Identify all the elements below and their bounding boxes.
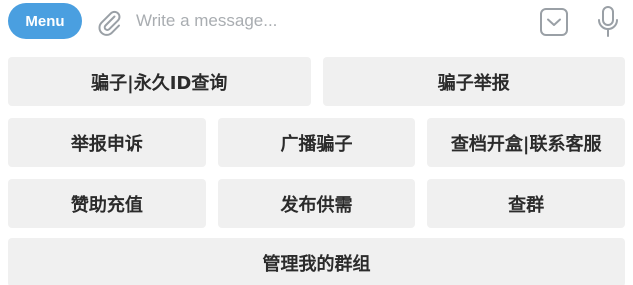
microphone-icon[interactable]	[596, 5, 620, 39]
keyboard-button-sponsor-topup[interactable]: 赞助充值	[8, 179, 206, 228]
keyboard-button-post-supply-demand[interactable]: 发布供需	[217, 179, 416, 228]
keyboard-row: 赞助充值 发布供需 查群	[8, 179, 626, 228]
keyboard-row: 骗子|永久ID查询 骗子举报	[8, 57, 625, 106]
keyboard-button-report-scammer[interactable]: 骗子举报	[322, 57, 625, 106]
chevron-down-square-icon[interactable]	[539, 7, 569, 37]
keyboard-button-lookup-contact-support[interactable]: 查档开盒|联系客服	[427, 118, 626, 167]
keyboard-button-manage-my-groups[interactable]: 管理我的群组	[8, 238, 625, 285]
keyboard-button-scammer-id-lookup[interactable]: 骗子|永久ID查询	[8, 57, 311, 106]
menu-button[interactable]: Menu	[8, 3, 82, 39]
keyboard-button-search-groups[interactable]: 查群	[427, 179, 626, 228]
keyboard-button-broadcast-scammer[interactable]: 广播骗子	[217, 118, 416, 167]
paperclip-icon[interactable]	[96, 8, 122, 36]
reply-keyboard: 骗子|永久ID查询 骗子举报 举报申诉 广播骗子 查档开盒|联系客服 赞助充值 …	[0, 44, 633, 285]
message-input[interactable]	[136, 4, 516, 38]
keyboard-row: 举报申诉 广播骗子 查档开盒|联系客服	[8, 118, 626, 167]
keyboard-row: 管理我的群组	[8, 238, 625, 285]
keyboard-button-report-appeal[interactable]: 举报申诉	[8, 118, 206, 167]
message-composer: Menu	[0, 0, 633, 44]
